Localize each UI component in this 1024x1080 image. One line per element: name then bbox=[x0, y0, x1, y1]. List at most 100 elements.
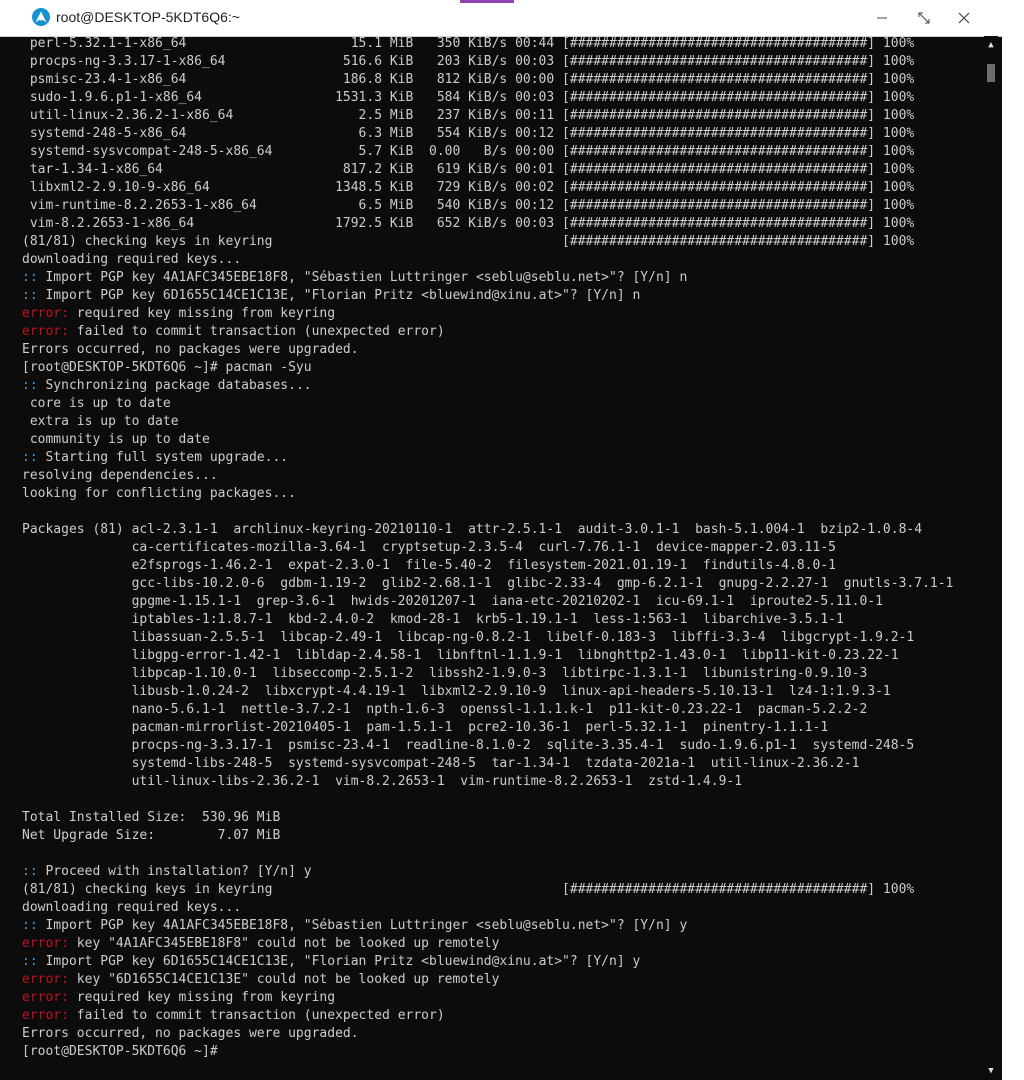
line-text: vim-8.2.2653-1-x86_64 1792.5 KiB 652 KiB… bbox=[22, 216, 915, 231]
line-text: Import PGP key 4A1AFC345EBE18F8, "Sébast… bbox=[45, 270, 688, 285]
terminal-line: :: Proceed with installation? [Y/n] y bbox=[22, 863, 984, 881]
line-text: sudo-1.9.6.p1-1-x86_64 1531.3 KiB 584 Ki… bbox=[22, 90, 915, 105]
terminal-line: extra is up to date bbox=[22, 413, 984, 431]
line-text: Import PGP key 6D1655C14CE1C13E, "Floria… bbox=[45, 288, 641, 303]
line-text: Proceed with installation? [Y/n] y bbox=[45, 864, 312, 879]
terminal-line: :: Starting full system upgrade... bbox=[22, 449, 984, 467]
line-text: Net Upgrade Size: 7.07 MiB bbox=[22, 828, 281, 843]
minimize-button[interactable] bbox=[860, 0, 904, 36]
terminal-line: resolving dependencies... bbox=[22, 467, 984, 485]
line-text: psmisc-23.4-1-x86_64 186.8 KiB 812 KiB/s… bbox=[22, 72, 915, 87]
line-text: vim-runtime-8.2.2653-1-x86_64 6.5 MiB 54… bbox=[22, 198, 915, 213]
terminal-line: downloading required keys... bbox=[22, 251, 984, 269]
line-text: Errors occurred, no packages were upgrad… bbox=[22, 342, 359, 357]
terminal-line: vim-8.2.2653-1-x86_64 1792.5 KiB 652 KiB… bbox=[22, 215, 984, 233]
line-text: [root@DESKTOP-5KDT6Q6 ~]# bbox=[22, 1044, 218, 1059]
line-text: looking for conflicting packages... bbox=[22, 486, 296, 501]
terminal-line: tar-1.34-1-x86_64 817.2 KiB 619 KiB/s 00… bbox=[22, 161, 984, 179]
title-bar[interactable]: root@DESKTOP-5KDT6Q6:~ bbox=[0, 0, 1024, 37]
terminal-line: core is up to date bbox=[22, 395, 984, 413]
line-text: gcc-libs-10.2.0-6 gdbm-1.19-2 glib2-2.68… bbox=[22, 576, 954, 591]
terminal-line: gcc-libs-10.2.0-6 gdbm-1.19-2 glib2-2.68… bbox=[22, 575, 984, 593]
terminal-line: libusb-1.0.24-2 libxcrypt-4.4.19-1 libxm… bbox=[22, 683, 984, 701]
line-text: procps-ng-3.3.17-1 psmisc-23.4-1 readlin… bbox=[22, 738, 915, 753]
line-text: community is up to date bbox=[22, 432, 210, 447]
line-text: nano-5.6.1-1 nettle-3.7.2-1 npth-1.6-3 o… bbox=[22, 702, 868, 717]
line-text: resolving dependencies... bbox=[22, 468, 218, 483]
terminal-line: looking for conflicting packages... bbox=[22, 485, 984, 503]
terminal-line: systemd-248-5-x86_64 6.3 MiB 554 KiB/s 0… bbox=[22, 125, 984, 143]
terminal-line: error: key "4A1AFC345EBE18F8" could not … bbox=[22, 935, 984, 953]
terminal-line: psmisc-23.4-1-x86_64 186.8 KiB 812 KiB/s… bbox=[22, 71, 984, 89]
terminal-line: :: Import PGP key 6D1655C14CE1C13E, "Flo… bbox=[22, 287, 984, 305]
line-text: e2fsprogs-1.46.2-1 expat-2.3.0-1 file-5.… bbox=[22, 558, 836, 573]
error-prefix: error: bbox=[22, 936, 77, 951]
terminal-line: Errors occurred, no packages were upgrad… bbox=[22, 341, 984, 359]
line-text: Import PGP key 4A1AFC345EBE18F8, "Sébast… bbox=[45, 918, 688, 933]
terminal-line: vim-runtime-8.2.2653-1-x86_64 6.5 MiB 54… bbox=[22, 197, 984, 215]
line-text: failed to commit transaction (unexpected… bbox=[76, 324, 445, 339]
line-text: libgpg-error-1.42-1 libldap-2.4.58-1 lib… bbox=[22, 648, 899, 663]
scrollbar-thumb[interactable] bbox=[987, 64, 995, 82]
terminal-line: procps-ng-3.3.17-1 psmisc-23.4-1 readlin… bbox=[22, 737, 984, 755]
terminal-line: pacman-mirrorlist-20210405-1 pam-1.5.1-1… bbox=[22, 719, 984, 737]
line-text: failed to commit transaction (unexpected… bbox=[76, 1008, 445, 1023]
terminal-line: procps-ng-3.3.17-1-x86_64 516.6 KiB 203 … bbox=[22, 53, 984, 71]
scrollbar[interactable] bbox=[984, 36, 998, 1080]
line-text: key "4A1AFC345EBE18F8" could not be look… bbox=[76, 936, 500, 951]
minimize-icon bbox=[877, 17, 887, 19]
line-text: procps-ng-3.3.17-1-x86_64 516.6 KiB 203 … bbox=[22, 54, 915, 69]
line-text: core is up to date bbox=[22, 396, 171, 411]
terminal-line: error: required key missing from keyring bbox=[22, 989, 984, 1007]
terminal-line: e2fsprogs-1.46.2-1 expat-2.3.0-1 file-5.… bbox=[22, 557, 984, 575]
terminal-line: :: Import PGP key 4A1AFC345EBE18F8, "Séb… bbox=[22, 917, 984, 935]
scroll-up-icon[interactable]: ▲ bbox=[986, 38, 996, 52]
terminal-line: Total Installed Size: 530.96 MiB bbox=[22, 809, 984, 827]
maximize-icon bbox=[918, 12, 930, 24]
scroll-down-icon[interactable]: ▼ bbox=[986, 1064, 996, 1078]
close-icon bbox=[958, 12, 970, 24]
line-text: libusb-1.0.24-2 libxcrypt-4.4.19-1 libxm… bbox=[22, 684, 891, 699]
line-text: libpcap-1.10.0-1 libseccomp-2.5.1-2 libs… bbox=[22, 666, 868, 681]
terminal-line: perl-5.32.1-1-x86_64 15.1 MiB 350 KiB/s … bbox=[22, 35, 984, 53]
line-text: ca-certificates-mozilla-3.64-1 cryptsetu… bbox=[22, 540, 836, 555]
error-prefix: error: bbox=[22, 306, 77, 321]
terminal-line: error: key "6D1655C14CE1C13E" could not … bbox=[22, 971, 984, 989]
terminal-line: gpgme-1.15.1-1 grep-3.6-1 hwids-20201207… bbox=[22, 593, 984, 611]
line-text: systemd-248-5-x86_64 6.3 MiB 554 KiB/s 0… bbox=[22, 126, 915, 141]
line-text: Starting full system upgrade... bbox=[45, 450, 289, 465]
terminal-line: [root@DESKTOP-5KDT6Q6 ~]# bbox=[22, 1043, 984, 1061]
terminal-output[interactable]: perl-5.32.1-1-x86_64 15.1 MiB 350 KiB/s … bbox=[22, 35, 984, 1075]
info-prefix: :: bbox=[22, 450, 46, 465]
close-button[interactable] bbox=[942, 0, 986, 36]
maximize-button[interactable] bbox=[902, 0, 946, 36]
terminal-line: systemd-libs-248-5 systemd-sysvcompat-24… bbox=[22, 755, 984, 773]
line-text: key "6D1655C14CE1C13E" could not be look… bbox=[76, 972, 500, 987]
terminal-line: :: Import PGP key 4A1AFC345EBE18F8, "Séb… bbox=[22, 269, 984, 287]
terminal-line: [root@DESKTOP-5KDT6Q6 ~]# pacman -Syu bbox=[22, 359, 984, 377]
line-text: Packages (81) acl-2.3.1-1 archlinux-keyr… bbox=[22, 522, 923, 537]
terminal-line: libpcap-1.10.0-1 libseccomp-2.5.1-2 libs… bbox=[22, 665, 984, 683]
line-text: Errors occurred, no packages were upgrad… bbox=[22, 1026, 359, 1041]
error-prefix: error: bbox=[22, 990, 77, 1005]
line-text: downloading required keys... bbox=[22, 900, 242, 915]
line-text: perl-5.32.1-1-x86_64 15.1 MiB 350 KiB/s … bbox=[22, 36, 915, 51]
terminal-line: (81/81) checking keys in keyring [######… bbox=[22, 881, 984, 899]
line-text: required key missing from keyring bbox=[76, 306, 336, 321]
line-text: iptables-1:1.8.7-1 kbd-2.4.0-2 kmod-28-1… bbox=[22, 612, 844, 627]
info-prefix: :: bbox=[22, 270, 46, 285]
line-text: [root@DESKTOP-5KDT6Q6 ~]# pacman -Syu bbox=[22, 360, 312, 375]
info-prefix: :: bbox=[22, 864, 46, 879]
info-prefix: :: bbox=[22, 288, 46, 303]
info-prefix: :: bbox=[22, 954, 46, 969]
line-text: libxml2-2.9.10-9-x86_64 1348.5 KiB 729 K… bbox=[22, 180, 915, 195]
line-text: tar-1.34-1-x86_64 817.2 KiB 619 KiB/s 00… bbox=[22, 162, 915, 177]
line-text: Synchronizing package databases... bbox=[45, 378, 312, 393]
terminal-line: :: Synchronizing package databases... bbox=[22, 377, 984, 395]
terminal-line: nano-5.6.1-1 nettle-3.7.2-1 npth-1.6-3 o… bbox=[22, 701, 984, 719]
terminal-line: error: failed to commit transaction (une… bbox=[22, 1007, 984, 1025]
accent-indicator bbox=[460, 0, 514, 3]
